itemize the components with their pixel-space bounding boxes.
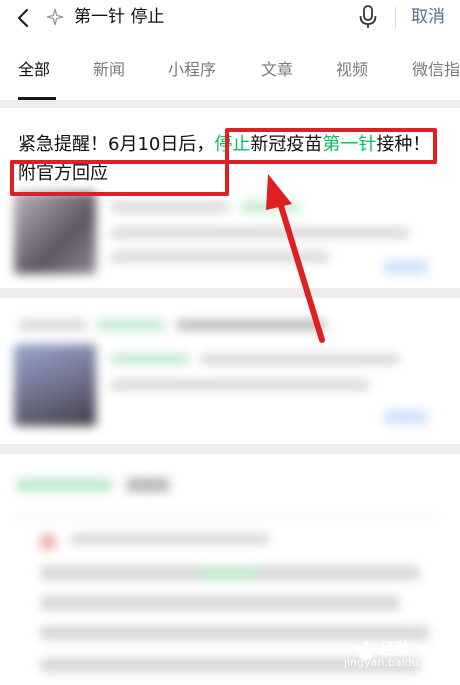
annotation-arrow-icon (266, 174, 325, 343)
watermark-url: jingyan.baidu.com (344, 656, 446, 669)
